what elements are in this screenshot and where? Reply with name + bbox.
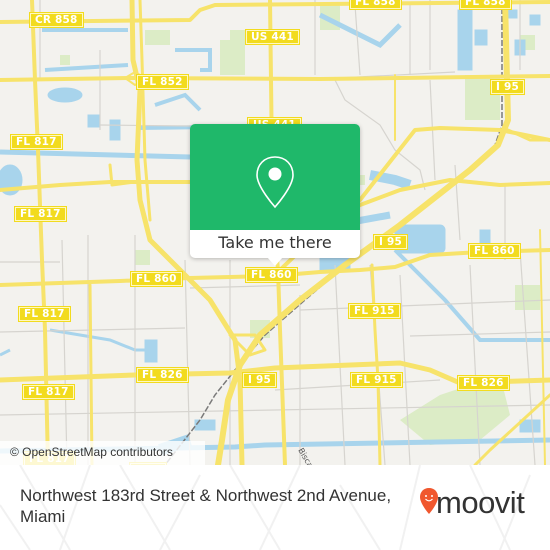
popup-header	[190, 124, 360, 230]
road-shield-fl-817: FL 817	[10, 134, 63, 150]
map-view[interactable]: Biscayne CR 858 FL 858 FL 858 US 441 FL …	[0, 0, 550, 465]
park	[515, 285, 540, 310]
lake	[529, 14, 541, 26]
park	[135, 250, 150, 265]
lake	[144, 339, 158, 363]
road-shield-fl-826: FL 826	[136, 367, 189, 383]
road-shield-cr-858: CR 858	[29, 12, 84, 28]
lake	[87, 114, 101, 128]
road-shield-fl-826: FL 826	[457, 375, 510, 391]
lake	[474, 29, 488, 46]
road-shield-i-95: I 95	[373, 234, 408, 250]
road-shield-fl-860: FL 860	[130, 271, 183, 287]
road-shield-fl-817: FL 817	[14, 206, 67, 222]
map-attribution[interactable]: © OpenStreetMap contributors	[0, 441, 205, 465]
road-shield-fl-915: FL 915	[348, 303, 401, 319]
road-shield-us-441: US 441	[245, 29, 300, 45]
lake	[519, 419, 541, 433]
road-shield-fl-860: FL 860	[245, 267, 298, 283]
map-pin-icon	[256, 156, 294, 209]
park	[220, 40, 245, 75]
address-line-1: Northwest 183rd Street & Northwest 2nd A…	[20, 486, 392, 505]
location-popup: Take me there	[190, 124, 360, 266]
take-me-there-button[interactable]: Take me there	[190, 230, 360, 258]
road-shield-fl-852: FL 852	[136, 74, 189, 90]
lake	[47, 87, 83, 103]
park	[60, 55, 70, 65]
road-shield-fl-915: FL 915	[350, 372, 403, 388]
footer: Northwest 183rd Street & Northwest 2nd A…	[0, 465, 550, 550]
moovit-logo-text: moovit	[436, 485, 525, 520]
park	[230, 30, 245, 42]
lake	[109, 119, 121, 141]
road-shield-fl-817: FL 817	[18, 306, 71, 322]
road-shield-fl-858: FL 858	[349, 0, 402, 10]
popup-pointer	[267, 257, 283, 266]
road-shield-fl-860: FL 860	[468, 243, 521, 259]
address-line-2: Miami	[20, 507, 66, 526]
park	[145, 30, 170, 45]
road-shield-fl-858: FL 858	[459, 0, 512, 10]
road-shield-fl-817: FL 817	[22, 384, 75, 400]
lake	[457, 9, 473, 71]
road-shield-i-95: I 95	[490, 79, 525, 95]
address-text: Northwest 183rd Street & Northwest 2nd A…	[20, 485, 400, 527]
road-shield-i-95: I 95	[242, 372, 277, 388]
